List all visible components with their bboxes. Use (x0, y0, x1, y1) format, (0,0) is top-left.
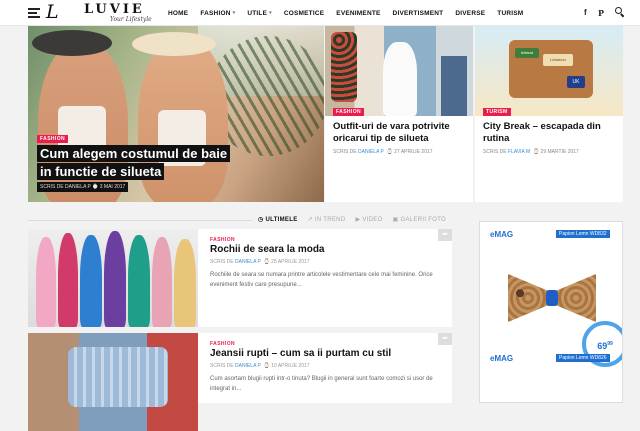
category-badge[interactable]: TURISM (483, 108, 511, 116)
hero-title[interactable]: Cum alegem costumul de baie in functie d… (37, 145, 231, 181)
menu-icon[interactable] (28, 8, 40, 18)
post-title[interactable]: Jeansii rupti – cum sa ii purtam cu stil (210, 348, 391, 359)
share-icon[interactable]: ➦ (438, 333, 452, 345)
post-meta: SCRIS DE DANIELA P ⌚ 10 APRILIE 2017 (210, 363, 310, 369)
card-title[interactable]: City Break – escapada din rutina (483, 121, 619, 145)
nav-item-utile[interactable]: UTILE ▾ (247, 10, 272, 17)
sticker-ireland: Ireland (515, 48, 539, 58)
featured-card[interactable]: Ireland UK Lebanon TURISM City Break – e… (475, 26, 623, 202)
camera-icon: ▣ (392, 217, 399, 223)
trend-icon: ↗ (307, 217, 313, 223)
author-link[interactable]: DANIELA P (235, 363, 261, 369)
chevron-down-icon: ▾ (232, 10, 236, 16)
product-image[interactable] (508, 274, 596, 322)
sticker-lebanon: Lebanon (543, 54, 573, 66)
logo-mark[interactable]: L (46, 2, 59, 22)
tab-in-trend[interactable]: ↗ IN TREND (307, 216, 346, 224)
post-excerpt: Rochiile de seara se numara printre arti… (210, 272, 433, 288)
sticker-uk: UK (567, 76, 585, 88)
tab-video[interactable]: ▶ VIDEO (355, 216, 382, 224)
logo-tagline: Your Lifestyle (110, 16, 152, 23)
post-meta: SCRIS DE DANIELA P ⌚ 25 APRILIE 2017 (210, 259, 310, 265)
section-divider (28, 220, 252, 221)
nav-item-fashion[interactable]: FASHION ▾ (200, 10, 235, 17)
nav-item-diverse[interactable]: DIVERSE (455, 10, 485, 17)
category-badge[interactable]: FASHION (37, 135, 69, 143)
list-item[interactable]: ➦ FASHION Rochii de seara la moda SCRIS … (28, 229, 452, 327)
nav-item-turism[interactable]: TURISM (497, 10, 523, 17)
hero-article[interactable]: FASHION Cum alegem costumul de baie in f… (28, 26, 324, 202)
author-link[interactable]: DANIELA P (358, 149, 384, 155)
post-title[interactable]: Rochii de seara la moda (210, 244, 325, 255)
content-tabs: ◷ ULTIMELE ↗ IN TREND ▶ VIDEO ▣ GALERII FOTO (258, 216, 456, 224)
card-image[interactable]: Ireland UK Lebanon (475, 26, 623, 116)
featured-card[interactable]: FASHION Outfit-uri de vara potrivite ori… (325, 26, 473, 202)
nav-item-divertisment[interactable]: DIVERTISMENT (393, 10, 444, 17)
post-thumbnail[interactable] (28, 333, 198, 431)
post-excerpt: Cum asortam blugii rupti intr-o tinuta? … (210, 376, 433, 392)
logo-name[interactable]: LUVIE (84, 3, 145, 16)
facebook-icon[interactable]: f (584, 8, 587, 17)
tab-galerii-foto[interactable]: ▣ GALERII FOTO (392, 216, 446, 224)
nav-item-cosmetice[interactable]: COSMETICE (284, 10, 324, 17)
card-image[interactable] (325, 26, 473, 116)
share-icon[interactable]: ➦ (438, 229, 452, 241)
category-badge[interactable]: FASHION (333, 108, 365, 116)
emag-logo[interactable]: eMAG (490, 354, 513, 363)
tab-ultimele[interactable]: ◷ ULTIMELE (258, 216, 298, 224)
sidebar-ad[interactable]: eMAG Papion Lemn WD832 6999 eMAG Papion … (479, 221, 623, 403)
pinterest-icon[interactable]: P (598, 8, 604, 18)
list-item[interactable]: ➦ FASHION Jeansii rupti – cum sa ii purt… (28, 333, 452, 431)
product-label[interactable]: Papion Lemn WD832 (556, 230, 610, 238)
card-meta: SCRIS DE DANIELA P ⌚ 27 APRILIE 2017 (333, 149, 433, 155)
card-title[interactable]: Outfit-uri de vara potrivite oricarui ti… (333, 121, 469, 145)
hero-meta: SCRIS DE DANIELA P ⌚ 3 MAI 2017 (37, 182, 129, 192)
search-icon[interactable] (615, 7, 625, 18)
nav-item-home[interactable]: HOME (168, 10, 188, 17)
card-meta: SCRIS DE FLAVIA M ⌚ 29 MARTIE 2017 (483, 149, 579, 155)
product-label[interactable]: Papion Lemn WD826 (556, 354, 610, 362)
nav-item-evenimente[interactable]: EVENIMENTE (336, 10, 380, 17)
emag-logo[interactable]: eMAG (490, 230, 513, 239)
post-thumbnail[interactable] (28, 229, 198, 327)
clock-icon: ◷ (258, 217, 264, 223)
main-nav: HOME FASHION ▾ UTILE ▾ COSMETICE EVENIMENT… (168, 0, 535, 26)
author-link[interactable]: DANIELA P (235, 259, 261, 265)
chevron-down-icon: ▾ (269, 10, 272, 16)
post-category[interactable]: FASHION (210, 237, 235, 243)
top-bar: L LUVIE Your Lifestyle HOME FASHION ▾ UTI… (0, 0, 640, 26)
author-link[interactable]: FLAVIA M (508, 149, 530, 155)
post-category[interactable]: FASHION (210, 341, 235, 347)
play-icon: ▶ (355, 217, 361, 223)
